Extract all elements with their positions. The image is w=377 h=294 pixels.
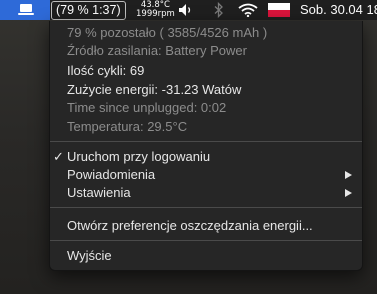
menu-separator (50, 207, 362, 208)
launch-at-login-label: Uruchom przy logowaniu (67, 149, 211, 164)
system-stats[interactable]: 43.8°C 1999rpm (136, 1, 175, 19)
menu-separator (50, 141, 362, 142)
menu-separator (50, 240, 362, 241)
notifications-label: Powiadomienia (67, 167, 156, 182)
wifi-icon[interactable] (238, 3, 258, 17)
cycle-count: Ilość cykli: 69 (67, 63, 145, 78)
power-source: Źródło zasilania: Battery Power (67, 43, 247, 58)
settings-label: Ustawienia (67, 185, 131, 200)
laptop-battery-icon (18, 4, 34, 15)
battery-dropdown-menu: 79 % pozostało ( 3585/4526 mAh ) Źródło … (49, 21, 363, 271)
battery-app-menu-extra[interactable] (0, 0, 50, 20)
flag-icon[interactable] (268, 3, 290, 17)
submenu-arrow-icon (345, 171, 352, 179)
settings-submenu-item[interactable]: Ustawienia (50, 184, 362, 202)
quit-item[interactable]: Wyjście (50, 247, 362, 265)
quit-label: Wyjście (67, 248, 112, 263)
notifications-submenu-item[interactable]: Powiadomienia (50, 166, 362, 184)
checkmark-icon: ✓ (53, 149, 64, 164)
menu-bar-clock[interactable]: Sob. 30.04 18 3 (300, 0, 377, 20)
fan-speed: 1999rpm (136, 9, 175, 19)
open-energy-preferences-label: Otwórz preferencje oszczędzania energii.… (67, 218, 313, 233)
bluetooth-icon[interactable] (214, 2, 224, 18)
submenu-arrow-icon (345, 189, 352, 197)
time-since-unplugged: Time since unplugged: 0:02 (67, 100, 227, 115)
battery-remaining: 79 % pozostało ( 3585/4526 mAh ) (67, 25, 268, 40)
battery-status-text[interactable]: (79 % 1:37) (51, 1, 126, 20)
volume-icon[interactable] (178, 3, 194, 17)
power-usage: Zużycie energii: -31.23 Watów (67, 82, 242, 97)
open-energy-preferences-item[interactable]: Otwórz preferencje oszczędzania energii.… (50, 217, 362, 235)
launch-at-login-item[interactable]: ✓ Uruchom przy logowaniu (50, 148, 362, 166)
menu-bar: (79 % 1:37) 43.8°C 1999rpm Sob. 30.04 18… (0, 0, 377, 20)
battery-temperature: Temperatura: 29.5°C (67, 119, 188, 134)
